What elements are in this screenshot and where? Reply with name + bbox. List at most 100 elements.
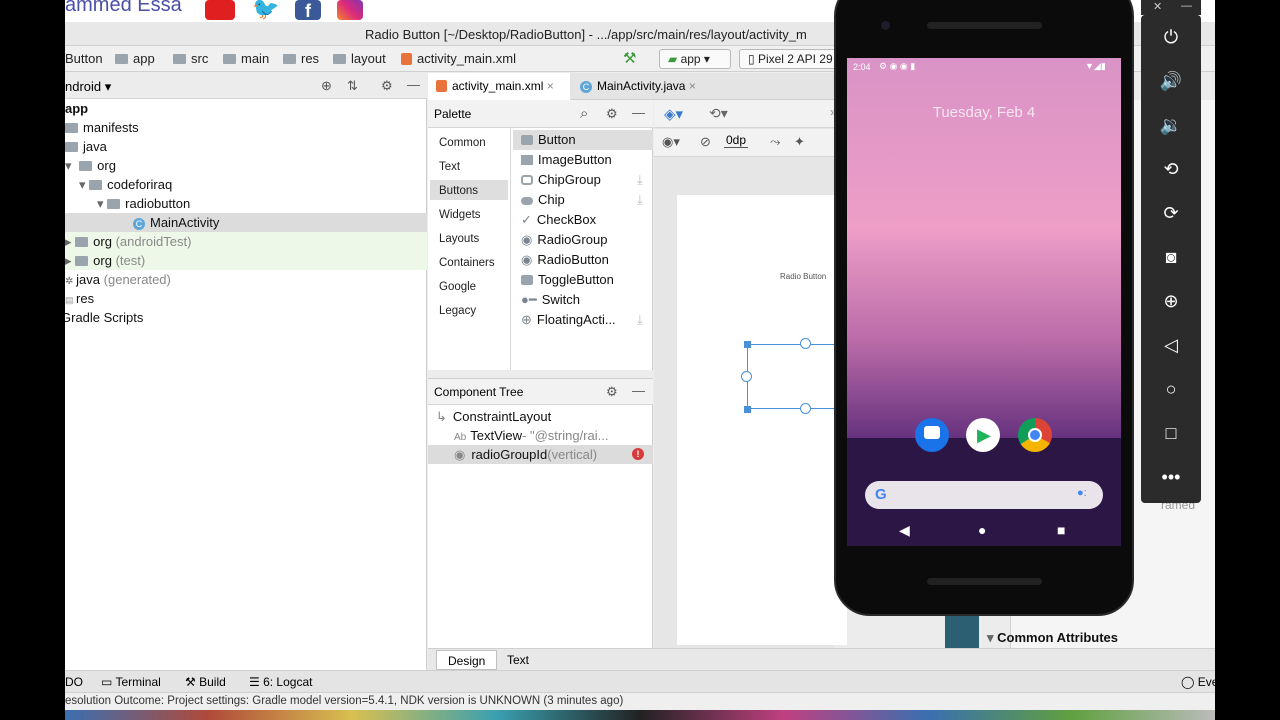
category-widgets[interactable]: Widgets xyxy=(439,209,481,221)
ctree-radiogroup[interactable]: ◉ radioGroupId(vertical)! xyxy=(428,445,653,464)
zoom-icon[interactable]: ⊕ xyxy=(1141,286,1201,316)
breadcrumb-res[interactable]: res xyxy=(283,51,319,66)
rotate-left-icon[interactable]: ⟲ xyxy=(1141,154,1201,184)
close-icon[interactable]: × xyxy=(547,79,554,93)
category-common[interactable]: Common xyxy=(439,137,486,149)
minimize-icon[interactable]: — xyxy=(407,77,420,92)
google-search-bar[interactable]: G ●: xyxy=(865,481,1103,509)
tree-item-org-test[interactable]: ▸ org (test) xyxy=(65,251,427,270)
home-icon[interactable]: ● xyxy=(978,522,986,538)
project-view-select[interactable]: ndroid ▾ xyxy=(65,79,111,95)
todo-tool-button[interactable]: DO xyxy=(65,675,83,689)
rotate-right-icon[interactable]: ⟳ xyxy=(1141,198,1201,228)
play-store-icon[interactable]: ▶ xyxy=(966,418,1000,452)
tab-activity-main-xml[interactable]: activity_main.xml × xyxy=(428,73,570,100)
terminal-tool-button[interactable]: ▭ Terminal xyxy=(101,675,161,689)
close-icon[interactable]: × xyxy=(689,79,696,93)
tree-item-org[interactable]: ▾ org xyxy=(65,156,427,175)
minimize-icon[interactable]: — xyxy=(632,105,645,120)
tree-item-codeforiraq[interactable]: ▾ codeforiraq xyxy=(65,175,427,194)
close-icon[interactable]: ✕ xyxy=(1153,0,1162,13)
category-google[interactable]: Google xyxy=(439,281,476,293)
back-icon[interactable]: ◀ xyxy=(899,522,910,539)
palette-item-togglebutton[interactable]: ToggleButton xyxy=(513,270,653,290)
layers-icon[interactable]: ◈▾ xyxy=(664,105,683,123)
tree-item-app[interactable]: app xyxy=(65,99,427,118)
breadcrumb-layout[interactable]: layout xyxy=(333,51,386,66)
tree-item-java-generated[interactable]: ✲ java (generated) xyxy=(65,270,427,289)
category-text[interactable]: Text xyxy=(439,161,460,173)
palette-item-imagebutton[interactable]: ImageButton xyxy=(513,150,653,170)
download-icon[interactable]: ⤓ xyxy=(637,310,643,330)
orientation-icon[interactable]: ⟲▾ xyxy=(709,105,728,122)
magic-wand-icon[interactable]: ✦ xyxy=(794,134,805,150)
volume-up-icon[interactable]: 🔊 xyxy=(1141,66,1201,96)
emulator-screen[interactable]: 2:04 ⚙ ◉ ◉ ▮ ▼◢▮ Tuesday, Feb 4 ▶ G ●: ◀… xyxy=(847,58,1121,546)
breadcrumb-project[interactable]: Button xyxy=(65,51,103,66)
chrome-app-icon[interactable] xyxy=(1018,418,1052,452)
tree-item-org-androidtest[interactable]: ▸ org (androidTest) xyxy=(65,232,427,251)
download-icon[interactable]: ⤓ xyxy=(637,190,643,210)
tab-mainactivity-java[interactable]: C MainActivity.java × xyxy=(572,73,712,100)
category-legacy[interactable]: Legacy xyxy=(439,305,476,317)
constraint-anchor[interactable] xyxy=(800,403,811,414)
category-buttons[interactable]: Buttons xyxy=(439,185,478,197)
camera-icon[interactable]: ◙ xyxy=(1141,242,1201,272)
gear-icon[interactable]: ⚙ xyxy=(606,384,618,400)
logcat-tool-button[interactable]: ☰ 6: Logcat xyxy=(249,675,312,689)
build-hammer-icon[interactable]: ⚒ xyxy=(623,49,636,67)
more-icon[interactable]: ••• xyxy=(1141,462,1201,492)
gear-icon[interactable]: ⚙ xyxy=(606,106,618,122)
ctree-textview[interactable]: Ab TextView- "@string/rai... xyxy=(428,426,653,445)
collapse-icon[interactable]: ⇅ xyxy=(347,78,358,94)
breadcrumb-file[interactable]: activity_main.xml xyxy=(401,51,516,66)
default-margin-value[interactable]: 0dp xyxy=(724,133,749,148)
overview-icon[interactable]: ■ xyxy=(1057,522,1065,538)
tab-design[interactable]: Design xyxy=(436,650,498,670)
back-icon[interactable]: ◁ xyxy=(1141,330,1201,360)
breadcrumb-src[interactable]: src xyxy=(173,51,208,66)
minimize-icon[interactable]: — xyxy=(632,383,645,398)
palette-item-radiogroup[interactable]: ◉ RadioGroup xyxy=(513,230,653,250)
messages-app-icon[interactable] xyxy=(915,418,949,452)
device-select[interactable]: ▯ Pixel 2 API 29 xyxy=(739,49,839,69)
tree-item-mainactivity[interactable]: C MainActivity xyxy=(65,213,427,232)
tree-item-radiobutton[interactable]: ▾ radiobutton xyxy=(65,194,427,213)
palette-item-floatingactionbutton[interactable]: ⊕ FloatingActi... ⤓ xyxy=(513,310,653,330)
search-icon[interactable]: ⌕ xyxy=(580,105,588,122)
tree-item-res[interactable]: ▤ res xyxy=(65,289,427,308)
palette-item-button[interactable]: Button xyxy=(513,130,653,150)
ctree-constraintlayout[interactable]: ↳ ConstraintLayout xyxy=(428,407,653,426)
resize-handle[interactable] xyxy=(744,406,751,413)
download-icon[interactable]: ⤓ xyxy=(637,170,643,190)
magnet-icon[interactable]: ⊘ xyxy=(700,134,711,150)
tree-item-java[interactable]: java xyxy=(65,137,427,156)
tab-text[interactable]: Text xyxy=(496,650,540,670)
eye-icon[interactable]: ◉▾ xyxy=(662,134,680,150)
palette-item-chip[interactable]: Chip ⤓ xyxy=(513,190,653,210)
resize-handle[interactable] xyxy=(744,341,751,348)
breadcrumb-app[interactable]: app xyxy=(115,51,155,66)
run-config-select[interactable]: ▰ app ▾ xyxy=(659,49,731,69)
locate-icon[interactable]: ⊕ xyxy=(321,78,332,94)
common-attributes-section[interactable]: ▾ Common Attributes xyxy=(987,630,1118,646)
preview-textview[interactable]: Radio Button xyxy=(780,272,826,281)
tree-item-manifests[interactable]: manifests xyxy=(65,118,427,137)
overview-icon[interactable]: □ xyxy=(1141,418,1201,448)
palette-item-checkbox[interactable]: ✓ CheckBox xyxy=(513,210,653,230)
category-layouts[interactable]: Layouts xyxy=(439,233,479,245)
palette-item-switch[interactable]: ●━ Switch xyxy=(513,290,653,310)
home-icon[interactable]: ○ xyxy=(1141,374,1201,404)
minimize-icon[interactable]: — xyxy=(1181,0,1192,12)
error-icon[interactable]: ! xyxy=(632,448,644,460)
attribute-color-swatch[interactable] xyxy=(945,615,979,648)
constraint-anchor[interactable] xyxy=(741,371,752,382)
tree-item-gradle-scripts[interactable]: Gradle Scripts xyxy=(65,308,423,327)
gear-icon[interactable]: ⚙ xyxy=(381,78,393,94)
power-icon[interactable]: ⏻ xyxy=(1141,22,1201,52)
palette-item-radiobutton[interactable]: ◉ RadioButton xyxy=(513,250,653,270)
volume-down-icon[interactable]: 🔉 xyxy=(1141,110,1201,140)
category-containers[interactable]: Containers xyxy=(439,257,495,269)
assistant-dots-icon[interactable]: ●: xyxy=(1077,487,1087,499)
design-preview-surface[interactable]: Radio Button xyxy=(677,195,857,645)
